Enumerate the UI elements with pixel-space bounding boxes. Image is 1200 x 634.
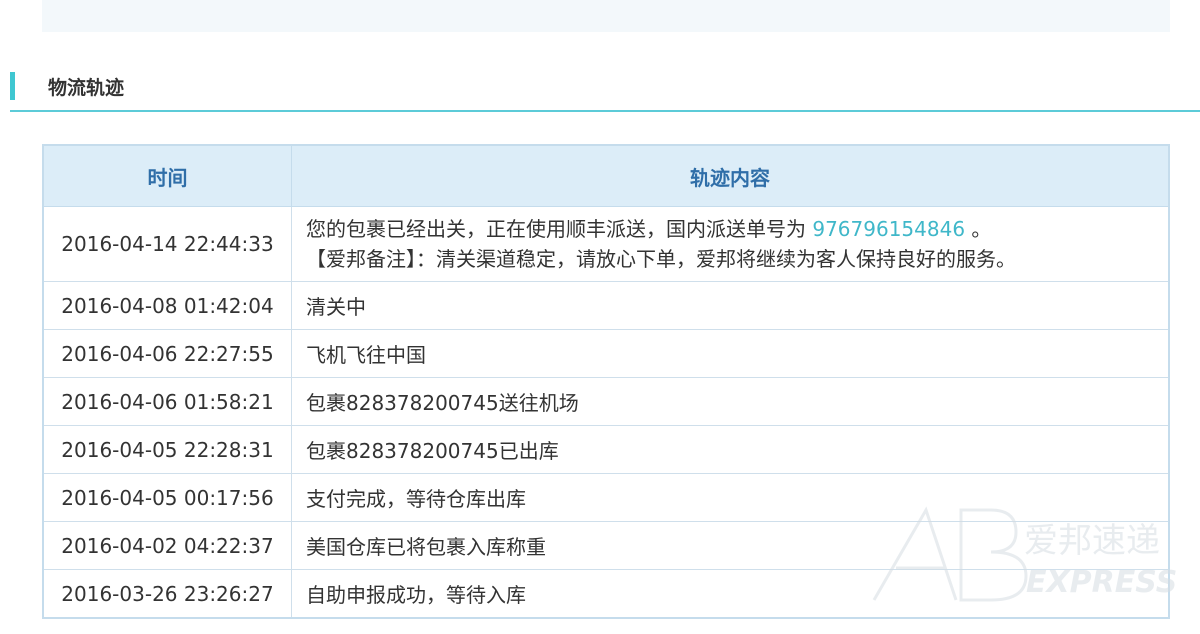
section-title: 物流轨迹 xyxy=(48,77,125,99)
table-row: 2016-04-05 22:28:31 包裹828378200745已出库 xyxy=(42,425,1170,474)
column-header-time: 时间 xyxy=(42,144,292,207)
row-content: 支付完成，等待仓库出库 xyxy=(291,473,1170,522)
table-row: 2016-04-02 04:22:37 美国仓库已将包裹入库称重 xyxy=(42,521,1170,570)
row-time: 2016-04-02 04:22:37 xyxy=(42,521,292,570)
row-content: 清关中 xyxy=(291,281,1170,330)
tracking-number-link[interactable]: 976796154846 xyxy=(812,217,965,241)
row-content-note: 【爱邦备注】：清关渠道稳定，请放心下单，爱邦将继续为客人保持良好的服务。 xyxy=(306,247,1016,271)
table-row: 2016-03-26 23:26:27 自助申报成功，等待入库 xyxy=(42,569,1170,619)
row-content-prefix: 您的包裹已经出关，正在使用顺丰派送，国内派送单号为 xyxy=(306,217,813,241)
row-content: 包裹828378200745送往机场 xyxy=(291,377,1170,426)
table-row: 2016-04-14 22:44:33 您的包裹已经出关，正在使用顺丰派送，国内… xyxy=(42,206,1170,282)
row-time: 2016-04-06 01:58:21 xyxy=(42,377,292,426)
row-content-suffix: 。 xyxy=(965,217,992,241)
row-content: 您的包裹已经出关，正在使用顺丰派送，国内派送单号为 976796154846 。… xyxy=(291,206,1170,282)
row-content: 美国仓库已将包裹入库称重 xyxy=(291,521,1170,570)
row-time: 2016-04-05 22:28:31 xyxy=(42,425,292,474)
row-time: 2016-04-06 22:27:55 xyxy=(42,329,292,378)
column-header-content: 轨迹内容 xyxy=(291,144,1170,207)
row-time: 2016-04-05 00:17:56 xyxy=(42,473,292,522)
row-content: 自助申报成功，等待入库 xyxy=(291,569,1170,619)
row-content: 包裹828378200745已出库 xyxy=(291,425,1170,474)
table-row: 2016-04-05 00:17:56 支付完成，等待仓库出库 xyxy=(42,473,1170,522)
row-time: 2016-03-26 23:26:27 xyxy=(42,569,292,619)
table-header-row: 时间 轨迹内容 xyxy=(42,144,1170,207)
row-content: 飞机飞往中国 xyxy=(291,329,1170,378)
tracking-table: 时间 轨迹内容 2016-04-14 22:44:33 您的包裹已经出关，正在使… xyxy=(42,144,1170,619)
table-row: 2016-04-08 01:42:04 清关中 xyxy=(42,281,1170,330)
top-panel-strip xyxy=(42,0,1170,32)
row-time: 2016-04-08 01:42:04 xyxy=(42,281,292,330)
row-content-line1: 您的包裹已经出关，正在使用顺丰派送，国内派送单号为 976796154846 。 xyxy=(306,214,1154,244)
table-row: 2016-04-06 01:58:21 包裹828378200745送往机场 xyxy=(42,377,1170,426)
table-row: 2016-04-06 22:27:55 飞机飞往中国 xyxy=(42,329,1170,378)
section-header: 物流轨迹 xyxy=(10,72,1200,112)
section-accent-bar xyxy=(10,72,15,100)
row-time: 2016-04-14 22:44:33 xyxy=(42,206,292,282)
